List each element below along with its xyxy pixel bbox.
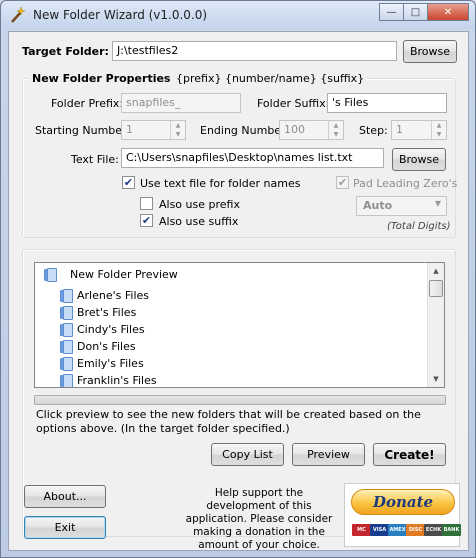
info-text: Click preview to see the new folders tha…	[36, 408, 421, 435]
suffix-label: Folder Suffix:	[257, 97, 330, 110]
preview-tree[interactable]: New Folder Preview Arlene's Files Bret's …	[34, 262, 445, 388]
text-file-input[interactable]: C:\Users\snapfiles\Desktop\names list.tx…	[121, 148, 384, 168]
maximize-button[interactable]: □	[403, 3, 428, 21]
tree-item[interactable]: Franklin's Files	[60, 374, 157, 387]
end-number-label: Ending Number:	[200, 124, 290, 137]
spin-down-icon[interactable]: ▼	[432, 130, 446, 139]
close-button[interactable]: ✕	[427, 3, 469, 21]
tree-item-label: Cindy's Files	[77, 323, 145, 336]
spin-down-icon[interactable]: ▼	[329, 130, 343, 139]
tree-item-label: Bret's Files	[77, 306, 137, 319]
tree-item-label: Don's Files	[77, 340, 136, 353]
step-label: Step:	[359, 124, 388, 137]
vertical-scrollbar[interactable]: ▲ ▼	[427, 263, 444, 387]
exit-button[interactable]: Exit	[24, 516, 106, 539]
target-folder-input[interactable]: J:\testfiles2	[112, 41, 397, 61]
main-window: New Folder Wizard (v1.0.0.0) — □ ✕ Targe…	[0, 0, 476, 558]
tree-item[interactable]: Bret's Files	[60, 306, 137, 320]
payment-card-icon: VISA	[370, 524, 389, 536]
step-spinner[interactable]: 1 ▲ ▼	[391, 120, 447, 140]
folder-icon	[44, 268, 57, 282]
payment-card-icon: DISC	[406, 524, 425, 536]
use-text-file-label: Use text file for folder names	[140, 177, 301, 190]
prefix-input[interactable]: snapfiles_	[121, 93, 241, 113]
tree-item-label: Arlene's Files	[77, 289, 149, 302]
donate-button[interactable]: Donate	[351, 489, 455, 515]
magic-wand-icon	[11, 6, 26, 23]
tree-item[interactable]: Don's Files	[60, 340, 136, 354]
scroll-up-icon[interactable]: ▲	[428, 263, 444, 279]
tree-root-label: New Folder Preview	[70, 268, 178, 281]
client-area: Target Folder: J:\testfiles2 Browse New …	[8, 31, 469, 551]
start-number-label: Starting Number:	[35, 124, 131, 137]
title-bar: New Folder Wizard (v1.0.0.0) — □ ✕	[1, 1, 475, 29]
folder-icon	[60, 323, 73, 337]
tree-item[interactable]: Emily's Files	[60, 357, 144, 371]
scroll-down-icon[interactable]: ▼	[428, 371, 444, 387]
payment-card-icon: ECHK	[424, 524, 443, 536]
chevron-down-icon: ▼	[434, 199, 441, 208]
spin-up-icon[interactable]: ▲	[329, 121, 343, 130]
also-suffix-label: Also use suffix	[159, 215, 239, 228]
pad-zero-label: Pad Leading Zero's	[353, 177, 458, 190]
tree-item[interactable]: Arlene's Files	[60, 289, 149, 303]
prefix-label: Folder Prefix:	[51, 97, 124, 110]
text-file-browse-button[interactable]: Browse	[392, 148, 446, 171]
spin-up-icon[interactable]: ▲	[171, 121, 185, 130]
folder-icon	[60, 340, 73, 354]
also-prefix-label: Also use prefix	[159, 198, 240, 211]
payment-card-icon: AMEX	[388, 524, 407, 536]
payment-card-icon: BANK	[442, 524, 461, 536]
tree-root[interactable]: New Folder Preview	[44, 268, 178, 282]
properties-title: New Folder Properties	[29, 72, 174, 85]
tree-item[interactable]: Cindy's Files	[60, 323, 145, 337]
target-folder-label: Target Folder:	[22, 45, 109, 58]
spin-down-icon[interactable]: ▼	[171, 130, 185, 139]
folder-icon	[60, 306, 73, 320]
suffix-input[interactable]: 's Files	[327, 93, 447, 113]
also-suffix-checkbox[interactable]: ✔	[140, 214, 153, 227]
scroll-thumb[interactable]	[429, 280, 443, 297]
pad-zero-checkbox[interactable]: ✔	[336, 176, 349, 189]
donate-box[interactable]: Donate MC VISA AMEX DISC ECHK BANK	[344, 483, 461, 547]
also-prefix-checkbox[interactable]	[140, 197, 153, 210]
target-browse-button[interactable]: Browse	[403, 40, 457, 63]
about-button[interactable]: About...	[24, 485, 106, 508]
digits-dropdown[interactable]: Auto ▼	[356, 196, 447, 216]
preview-button[interactable]: Preview	[292, 443, 365, 466]
use-text-file-checkbox[interactable]: ✔	[122, 176, 135, 189]
start-number-spinner[interactable]: 1 ▲ ▼	[121, 120, 186, 140]
end-number-spinner[interactable]: 100 ▲ ▼	[279, 120, 344, 140]
tree-item-label: Emily's Files	[77, 357, 144, 370]
text-file-label: Text File:	[71, 153, 119, 166]
folder-icon	[60, 374, 73, 387]
support-text: Help support the development of this app…	[185, 487, 333, 551]
minimize-button[interactable]: —	[379, 3, 404, 21]
progress-bar	[34, 395, 446, 405]
copy-list-button[interactable]: Copy List	[211, 443, 284, 466]
digits-caption: (Total Digits)	[387, 221, 451, 232]
tree-item-label: Franklin's Files	[77, 374, 157, 387]
create-button[interactable]: Create!	[373, 443, 446, 466]
spin-up-icon[interactable]: ▲	[432, 121, 446, 130]
payment-card-icon: MC	[352, 524, 371, 536]
folder-icon	[60, 357, 73, 371]
naming-hint: {prefix} {number/name} {suffix}	[173, 72, 368, 85]
window-title: New Folder Wizard (v1.0.0.0)	[33, 8, 208, 22]
folder-icon	[60, 289, 73, 303]
